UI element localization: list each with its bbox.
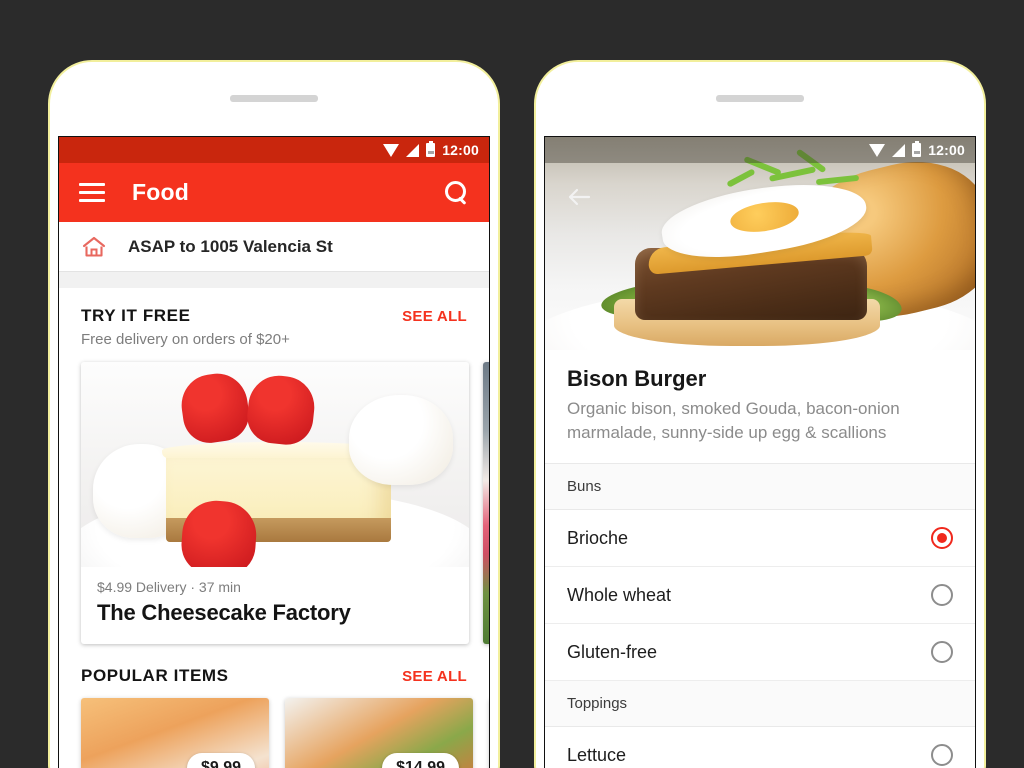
option-row-brioche[interactable]: Brioche: [545, 510, 975, 568]
section-divider: [59, 272, 489, 288]
restaurant-meta: $4.99 Delivery · 37 min: [97, 579, 241, 595]
section-title: TRY IT FREE: [81, 306, 191, 325]
section-header-try-it-free: TRY IT FREE SEE ALL: [59, 288, 489, 326]
back-arrow-icon[interactable]: [565, 183, 593, 211]
see-all-link-try-it-free[interactable]: SEE ALL: [402, 308, 467, 325]
item-title: Bison Burger: [567, 366, 707, 391]
option-group-header-toppings: Toppings: [545, 681, 975, 728]
option-label: Whole wheat: [567, 584, 672, 605]
section-title: POPULAR ITEMS: [81, 666, 229, 685]
status-bar-time: 12:00: [928, 142, 965, 158]
cheesecake-photo: [81, 362, 469, 567]
phone-left: 12:00 Food ASAP to 1005 Valencia St TRY …: [48, 60, 500, 768]
phone-left-screen: 12:00 Food ASAP to 1005 Valencia St TRY …: [58, 136, 490, 768]
status-bar: 12:00: [59, 137, 489, 163]
radio-button[interactable]: [931, 584, 953, 607]
option-label: Gluten-free: [567, 641, 658, 662]
wifi-icon: [383, 143, 400, 157]
item-description: Organic bison, smoked Gouda, bacon-onion…: [567, 399, 900, 443]
wifi-icon: [869, 143, 886, 157]
screenshot-stage: 12:00 Food ASAP to 1005 Valencia St TRY …: [0, 0, 1024, 768]
battery-icon: [912, 141, 922, 157]
popular-item[interactable]: $14.99: [285, 698, 473, 768]
radio-button-selected[interactable]: [931, 527, 953, 550]
address-text: ASAP to 1005 Valencia St: [128, 236, 333, 256]
popular-item[interactable]: $9.99: [81, 698, 269, 768]
phone-right: 12:00 Bison Burger Organic bison, smoked…: [534, 60, 986, 768]
next-card-photo: [483, 362, 489, 644]
see-all-link-popular-items[interactable]: SEE ALL: [402, 668, 467, 685]
radio-button[interactable]: [931, 641, 953, 664]
signal-icon: [892, 143, 906, 157]
search-icon[interactable]: [444, 180, 469, 205]
price-badge: $9.99: [186, 753, 255, 768]
price-badge: $14.99: [382, 753, 459, 768]
home-icon: [81, 235, 107, 259]
status-bar: 12:00: [545, 137, 975, 163]
restaurant-name: The Cheesecake Factory: [97, 600, 351, 625]
app-bar: Food: [59, 163, 489, 222]
signal-icon: [406, 143, 420, 157]
status-bar-time: 12:00: [442, 142, 479, 158]
address-row[interactable]: ASAP to 1005 Valencia St: [59, 222, 489, 272]
section-header-popular-items: POPULAR ITEMS SEE ALL: [59, 644, 489, 686]
option-row-whole-wheat[interactable]: Whole wheat: [545, 567, 975, 625]
battery-icon: [426, 141, 436, 157]
hamburger-menu-icon[interactable]: [79, 183, 105, 202]
restaurant-card-rail[interactable]: $4.99 Delivery · 37 min The Cheesecake F…: [59, 362, 489, 644]
restaurant-card-next-peek[interactable]: [483, 362, 489, 644]
popular-items-rail[interactable]: $9.99 $14.99: [59, 698, 489, 768]
option-label: Brioche: [567, 527, 629, 548]
app-bar-title: Food: [132, 179, 189, 205]
item-header: Bison Burger Organic bison, smoked Gouda…: [545, 350, 975, 465]
option-row-lettuce[interactable]: Lettuce: [545, 727, 975, 768]
option-label: Lettuce: [567, 744, 627, 765]
restaurant-card[interactable]: $4.99 Delivery · 37 min The Cheesecake F…: [81, 362, 469, 644]
section-subtitle: Free delivery on orders of $20+: [81, 331, 290, 348]
radio-button[interactable]: [931, 744, 953, 767]
option-row-gluten-free[interactable]: Gluten-free: [545, 624, 975, 682]
bison-burger-photo: 12:00: [545, 137, 975, 350]
phone-speaker-grille: [230, 95, 318, 102]
popular-item[interactable]: [489, 698, 490, 768]
phone-speaker-grille: [716, 95, 804, 102]
phone-right-screen: 12:00 Bison Burger Organic bison, smoked…: [544, 136, 976, 768]
option-group-header-buns: Buns: [545, 464, 975, 511]
